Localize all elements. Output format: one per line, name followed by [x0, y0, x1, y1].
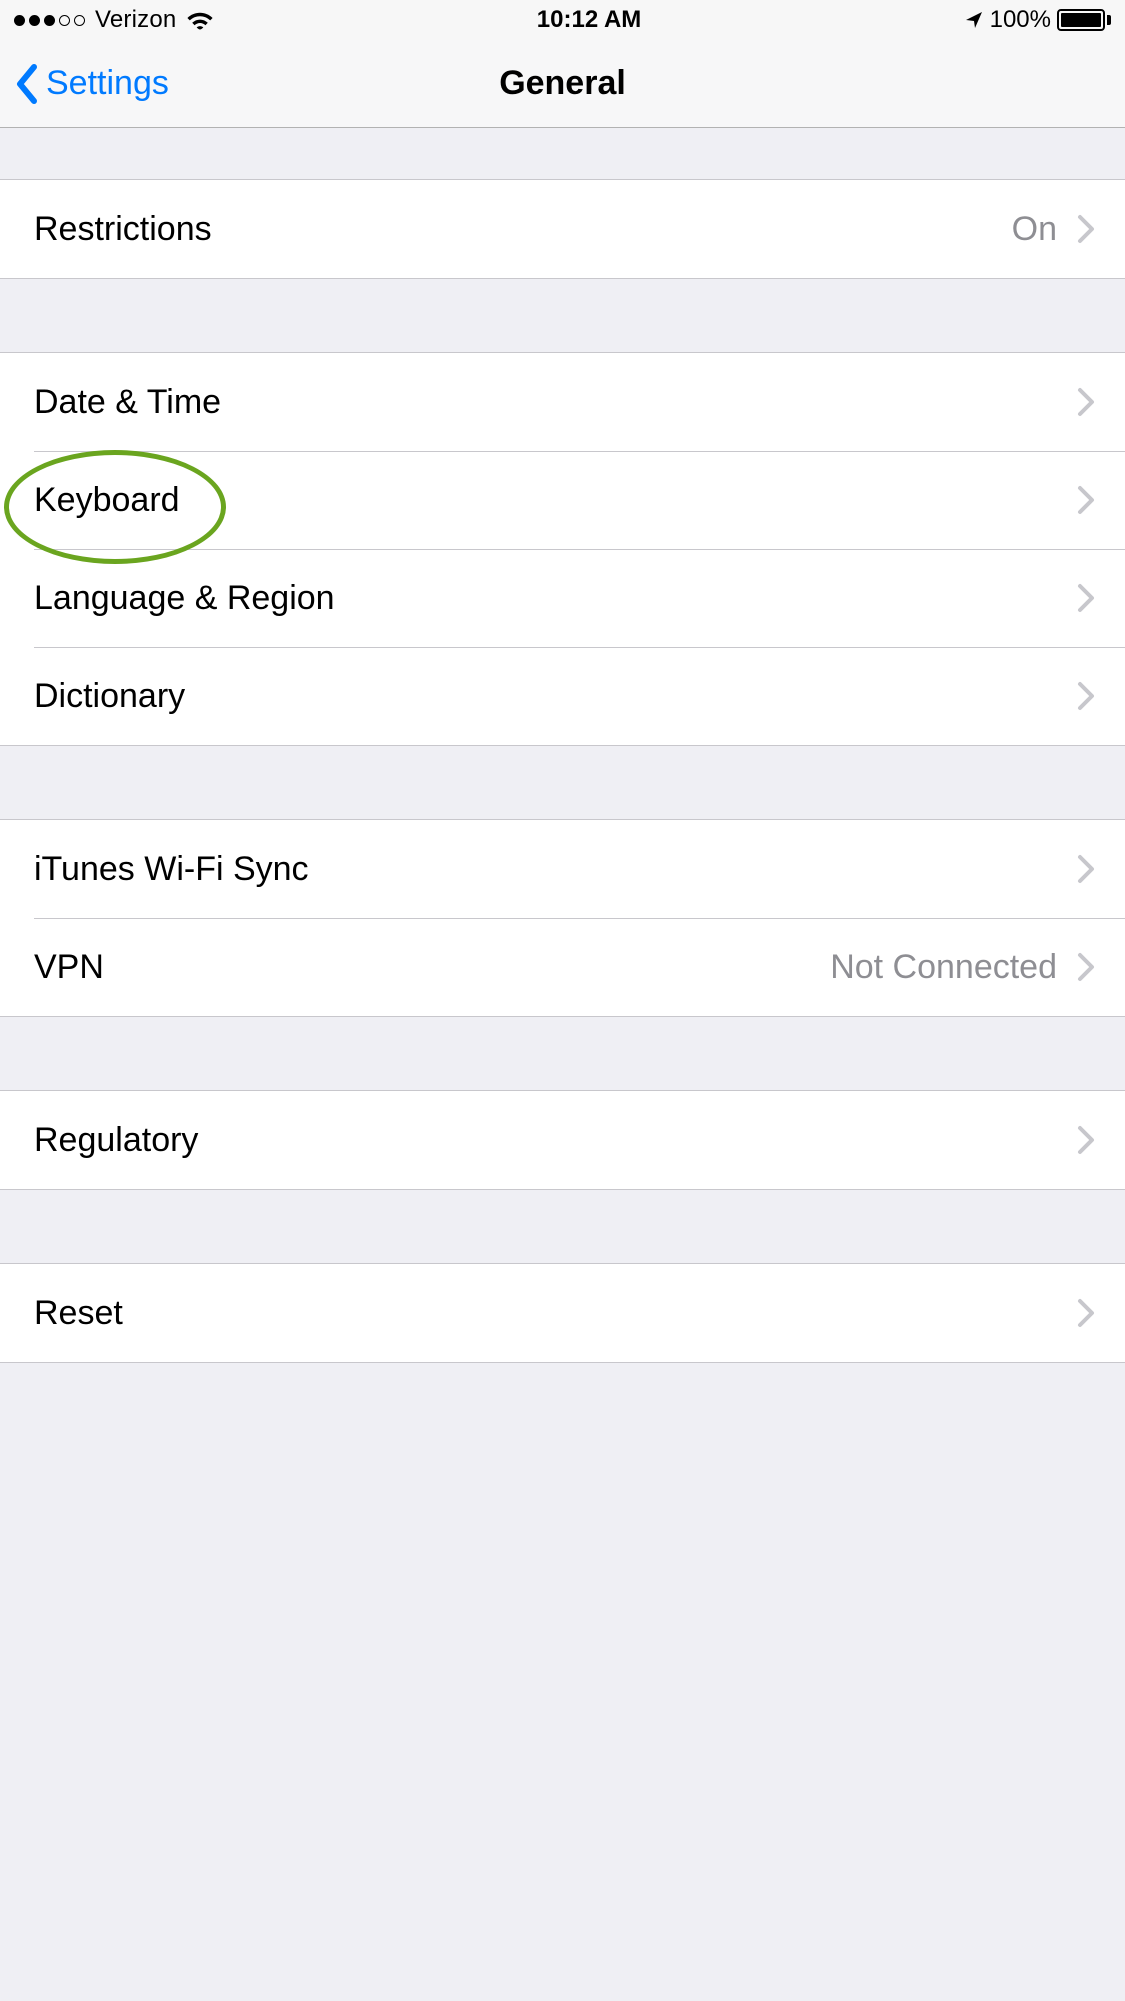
- back-label: Settings: [46, 64, 169, 103]
- section-gap: [0, 1017, 1125, 1090]
- signal-strength-icon: [14, 15, 85, 26]
- section-gap: [0, 128, 1125, 179]
- chevron-right-icon: [1077, 1125, 1095, 1155]
- back-button[interactable]: Settings: [0, 63, 169, 105]
- section: Date & Time Keyboard Language & Region Dict…: [0, 352, 1125, 746]
- row-reset[interactable]: Reset: [0, 1264, 1125, 1362]
- row-label: Dictionary: [34, 677, 1077, 716]
- row-value: On: [1012, 210, 1057, 249]
- row-value: Not Connected: [830, 948, 1057, 987]
- section: Reset: [0, 1263, 1125, 1363]
- battery-percent: 100%: [990, 6, 1051, 34]
- row-restrictions[interactable]: RestrictionsOn: [0, 180, 1125, 278]
- settings-list: RestrictionsOn Date & Time Keyboard Languag…: [0, 128, 1125, 1436]
- carrier-label: Verizon: [95, 6, 176, 34]
- section: Regulatory: [0, 1090, 1125, 1190]
- row-label: VPN: [34, 948, 830, 987]
- section: iTunes Wi-Fi Sync VPNNot Connected: [0, 819, 1125, 1017]
- row-keyboard[interactable]: Keyboard: [0, 451, 1125, 549]
- row-itunes-wifi-sync[interactable]: iTunes Wi-Fi Sync: [0, 820, 1125, 918]
- nav-bar: Settings General: [0, 40, 1125, 128]
- row-dictionary[interactable]: Dictionary: [0, 647, 1125, 745]
- chevron-right-icon: [1077, 214, 1095, 244]
- chevron-right-icon: [1077, 952, 1095, 982]
- row-label: Restrictions: [34, 210, 1012, 249]
- section-gap: [0, 279, 1125, 352]
- status-right: 100%: [964, 6, 1111, 34]
- chevron-right-icon: [1077, 583, 1095, 613]
- row-label: Reset: [34, 1294, 1077, 1333]
- wifi-icon: [186, 9, 214, 31]
- status-time: 10:12 AM: [537, 6, 641, 34]
- chevron-right-icon: [1077, 387, 1095, 417]
- section-gap: [0, 746, 1125, 819]
- row-label: Regulatory: [34, 1121, 1077, 1160]
- row-label: iTunes Wi-Fi Sync: [34, 850, 1077, 889]
- row-label: Keyboard: [34, 481, 1077, 520]
- row-label: Date & Time: [34, 383, 1077, 422]
- battery-icon: [1057, 9, 1111, 31]
- chevron-right-icon: [1077, 485, 1095, 515]
- row-language-region[interactable]: Language & Region: [0, 549, 1125, 647]
- row-vpn[interactable]: VPNNot Connected: [0, 918, 1125, 1016]
- status-bar: Verizon 10:12 AM 100%: [0, 0, 1125, 40]
- row-label: Language & Region: [34, 579, 1077, 618]
- section: RestrictionsOn: [0, 179, 1125, 279]
- status-left: Verizon: [14, 6, 214, 34]
- location-icon: [964, 10, 984, 30]
- back-chevron-icon: [14, 63, 40, 105]
- row-date-time[interactable]: Date & Time: [0, 353, 1125, 451]
- chevron-right-icon: [1077, 681, 1095, 711]
- row-regulatory[interactable]: Regulatory: [0, 1091, 1125, 1189]
- section-gap: [0, 1363, 1125, 1436]
- section-gap: [0, 1190, 1125, 1263]
- chevron-right-icon: [1077, 854, 1095, 884]
- chevron-right-icon: [1077, 1298, 1095, 1328]
